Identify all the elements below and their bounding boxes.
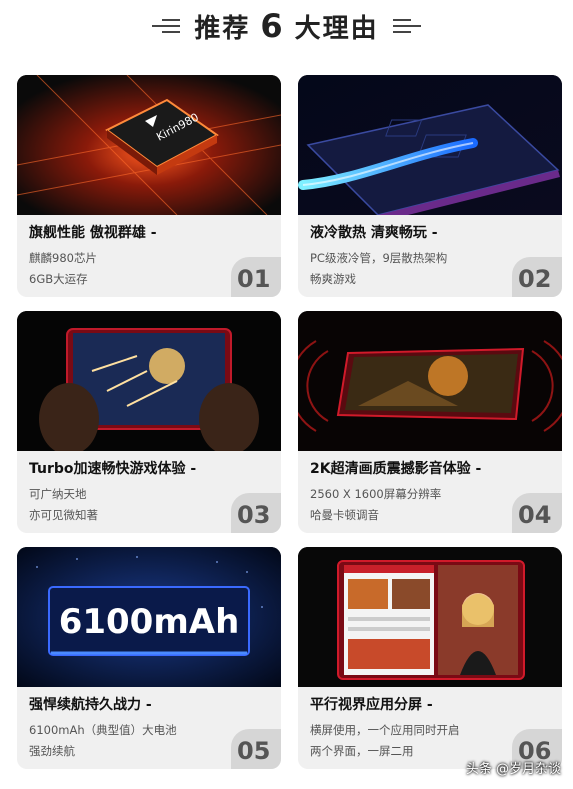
badge-number: 01 <box>237 265 271 293</box>
split-screen-image <box>298 547 562 687</box>
card-line-2: 畅爽游戏 <box>310 272 356 286</box>
chip-image: Kirin980 <box>17 75 281 215</box>
card-line-1: 2560 X 1600屏幕分辨率 <box>310 487 442 501</box>
card-line-1: 横屏使用，一个应用同时开启 <box>310 723 460 737</box>
title-suffix: 大理由 <box>294 14 379 44</box>
card-line-1: 可广纳天地 <box>29 487 87 501</box>
card-number-badge: 03 <box>231 493 281 533</box>
page-title: 推荐 6 大理由 <box>194 7 378 45</box>
feature-card-split-screen: 平行视界应用分屏 - 横屏使用，一个应用同时开启 两个界面，一屏二用 06 <box>298 547 562 769</box>
left-decoration-icon <box>152 16 181 36</box>
section-header: 推荐 6 大理由 <box>0 0 573 52</box>
card-number-badge: 04 <box>512 493 562 533</box>
feature-card-performance: Kirin980 旗舰性能 傲视群雄 - 麒麟980芯片 6GB大运存 01 <box>17 75 281 297</box>
card-number-badge: 01 <box>231 257 281 297</box>
right-decoration-icon <box>392 16 421 36</box>
card-line-2: 亦可见微知著 <box>29 508 98 522</box>
badge-number: 02 <box>518 265 552 293</box>
title-number: 6 <box>260 7 285 45</box>
badge-number: 04 <box>518 501 552 529</box>
battery-image: 6100mAh <box>17 547 281 687</box>
card-title: 旗舰性能 傲视群雄 - <box>29 225 157 241</box>
title-prefix: 推荐 <box>194 14 251 44</box>
card-line-1: PC级液冷管，9层散热架构 <box>310 251 448 265</box>
feature-card-cooling: 液冷散热 清爽畅玩 - PC级液冷管，9层散热架构 畅爽游戏 02 <box>298 75 562 297</box>
card-line-2: 哈曼卡顿调音 <box>310 508 379 522</box>
card-number-badge: 05 <box>231 729 281 769</box>
badge-number: 03 <box>237 501 271 529</box>
card-title: 平行视界应用分屏 - <box>310 697 433 713</box>
battery-capacity-label: 6100mAh <box>59 602 240 642</box>
card-title: 强悍续航持久战力 - <box>29 697 152 713</box>
card-title: 液冷散热 清爽畅玩 - <box>310 225 438 241</box>
feature-card-gaming: Turbo加速畅快游戏体验 - 可广纳天地 亦可见微知著 03 <box>17 311 281 533</box>
cooling-image <box>298 75 562 215</box>
card-line-2: 6GB大运存 <box>29 272 88 286</box>
card-line-2: 两个界面，一屏二用 <box>310 744 414 758</box>
feature-card-battery: 6100mAh 强悍续航持久战力 - 6100mAh（典型值）大电池 强劲续航 … <box>17 547 281 769</box>
card-line-1: 6100mAh（典型值）大电池 <box>29 723 177 737</box>
gaming-tablet-image <box>17 311 281 451</box>
card-title: Turbo加速畅快游戏体验 - <box>29 461 197 477</box>
watermark: 头条 @岁月杂谈 <box>465 762 561 777</box>
display-tablet-image <box>298 311 562 451</box>
card-line-1: 麒麟980芯片 <box>29 251 97 265</box>
card-line-2: 强劲续航 <box>29 744 75 758</box>
card-title: 2K超清画质震撼影音体验 - <box>310 461 482 477</box>
badge-number: 05 <box>237 737 271 765</box>
feature-card-display: 2K超清画质震撼影音体验 - 2560 X 1600屏幕分辨率 哈曼卡顿调音 0… <box>298 311 562 533</box>
card-number-badge: 02 <box>512 257 562 297</box>
